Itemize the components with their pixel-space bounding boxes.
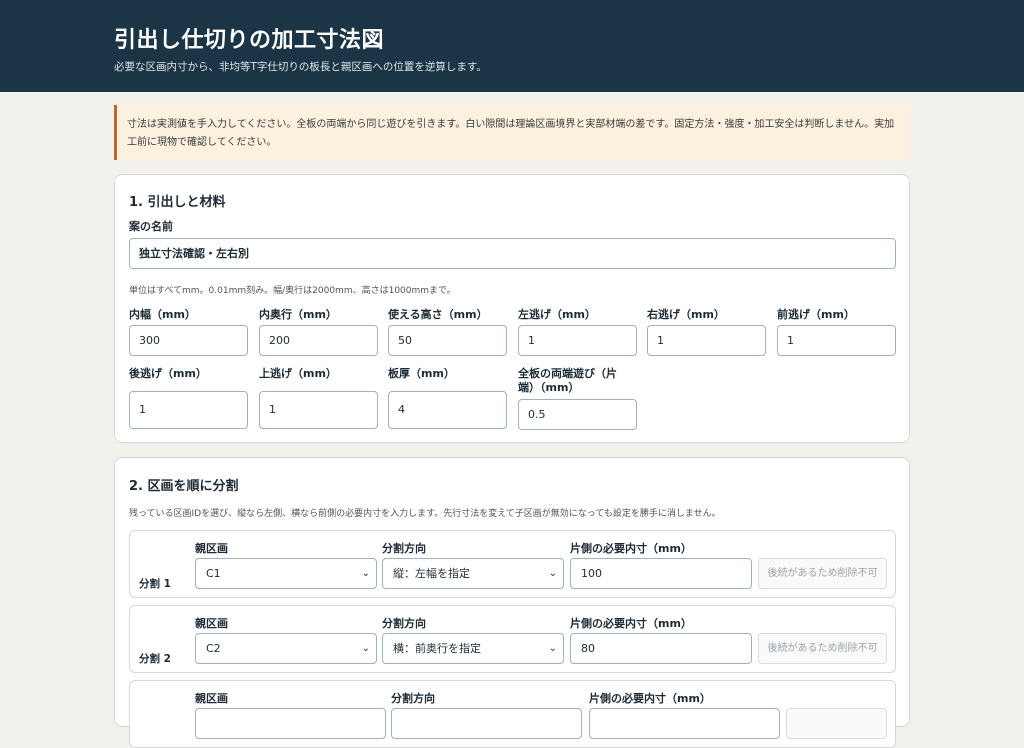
usable-height-label: 使える高さ（mm）	[388, 308, 488, 321]
parent-value: C2	[206, 642, 221, 655]
left-clearance-label: 左逃げ（mm）	[518, 308, 596, 321]
parent-label: 親区画	[195, 617, 228, 630]
end-play-label-line1: 全板の両端遊び（片	[518, 367, 617, 380]
unit-note: 単位はすべてmm。0.01mm刻み。幅/奥行は2000mm、高さは1000mmま…	[129, 286, 456, 296]
delete-button[interactable]: 後続があるため削除不可	[758, 558, 887, 589]
chevron-down-icon: ⌄	[548, 568, 557, 579]
direction-label: 分割方向	[382, 542, 426, 555]
right-clearance-label: 右逃げ（mm）	[647, 308, 725, 321]
page-title: 引出し仕切りの加工寸法図	[114, 28, 385, 53]
delete-button[interactable]: 後続があるため削除不可	[758, 633, 887, 664]
direction-select[interactable]	[391, 708, 582, 739]
case-name-input[interactable]: 独立寸法確認・左右別	[129, 238, 896, 269]
direction-select[interactable]: 横：前奥行を指定 ⌄	[382, 633, 564, 664]
back-clearance-label: 後逃げ（mm）	[129, 367, 207, 380]
inner-depth-label: 内奥行（mm）	[259, 308, 337, 321]
size-input[interactable]	[589, 708, 780, 739]
parent-value: C1	[206, 567, 221, 580]
chevron-down-icon: ⌄	[361, 643, 370, 654]
left-clearance-input[interactable]: 1	[518, 325, 637, 356]
section-title: 2. 区画を順に分割	[129, 479, 239, 494]
inner-width-label: 内幅（mm）	[129, 308, 196, 321]
direction-label: 分割方向	[382, 617, 426, 630]
parent-select[interactable]: C2 ⌄	[195, 633, 377, 664]
section-title: 1. 引出しと材料	[129, 195, 226, 210]
direction-value: 横：前奥行を指定	[393, 642, 481, 655]
split-section: 2. 区画を順に分割 残っている区画IDを選び、縦なら左側、横なら前側の必要内寸…	[114, 457, 910, 748]
size-label: 片側の必要内寸（mm）	[570, 542, 692, 555]
materials-section: 1. 引出しと材料 案の名前 独立寸法確認・左右別 単位はすべてmm。0.01m…	[114, 174, 910, 443]
page-header: 引出し仕切りの加工寸法図 必要な区画内寸から、非均等T字仕切りの板長と親区画への…	[0, 0, 1024, 92]
board-thickness-input[interactable]: 4	[388, 391, 507, 429]
chevron-down-icon: ⌄	[361, 568, 370, 579]
split-row-2: 分割 2 親区画 C2 ⌄ 分割方向 横：前奥行を指定 ⌄ 片側の必要内寸（mm…	[129, 605, 896, 673]
parent-select[interactable]: C1 ⌄	[195, 558, 377, 589]
direction-select[interactable]: 縦：左幅を指定 ⌄	[382, 558, 564, 589]
size-input[interactable]: 100	[570, 558, 752, 589]
size-label: 片側の必要内寸（mm）	[589, 692, 711, 705]
right-clearance-input[interactable]: 1	[647, 325, 766, 356]
warning-notice: 寸法は実測値を手入力してください。全板の両端から同じ遊びを引きます。白い隙間は理…	[114, 105, 910, 160]
back-clearance-input[interactable]: 1	[129, 391, 248, 429]
split-note: 残っている区画IDを選び、縦なら左側、横なら前側の必要内寸を入力します。先行寸法…	[129, 509, 721, 519]
front-clearance-label: 前逃げ（mm）	[777, 308, 855, 321]
case-name-label: 案の名前	[129, 220, 173, 233]
direction-value: 縦：左幅を指定	[393, 567, 470, 580]
top-clearance-label: 上逃げ（mm）	[259, 367, 337, 380]
delete-button[interactable]	[786, 708, 887, 739]
end-play-label: 全板の両端遊び（片 端）（mm）	[518, 367, 637, 395]
end-play-input[interactable]: 0.5	[518, 399, 637, 430]
usable-height-input[interactable]: 50	[388, 325, 507, 356]
parent-select[interactable]	[195, 708, 386, 739]
board-thickness-label: 板厚（mm）	[388, 367, 455, 380]
size-input[interactable]: 80	[570, 633, 752, 664]
parent-label: 親区画	[195, 692, 228, 705]
split-tag: 分割 1	[139, 578, 171, 590]
split-row-3: 親区画 分割方向 片側の必要内寸（mm）	[129, 680, 896, 748]
inner-depth-input[interactable]: 200	[259, 325, 378, 356]
direction-label: 分割方向	[391, 692, 435, 705]
parent-label: 親区画	[195, 542, 228, 555]
page-subtitle: 必要な区画内寸から、非均等T字仕切りの板長と親区画への位置を逆算します。	[114, 61, 487, 73]
split-tag: 分割 2	[139, 653, 171, 665]
inner-width-input[interactable]: 300	[129, 325, 248, 356]
end-play-label-line2: 端）（mm）	[518, 381, 580, 394]
top-clearance-input[interactable]: 1	[259, 391, 378, 429]
size-label: 片側の必要内寸（mm）	[570, 617, 692, 630]
front-clearance-input[interactable]: 1	[777, 325, 896, 356]
chevron-down-icon: ⌄	[548, 643, 557, 654]
split-row-1: 分割 1 親区画 C1 ⌄ 分割方向 縦：左幅を指定 ⌄ 片側の必要内寸（mm）…	[129, 530, 896, 598]
